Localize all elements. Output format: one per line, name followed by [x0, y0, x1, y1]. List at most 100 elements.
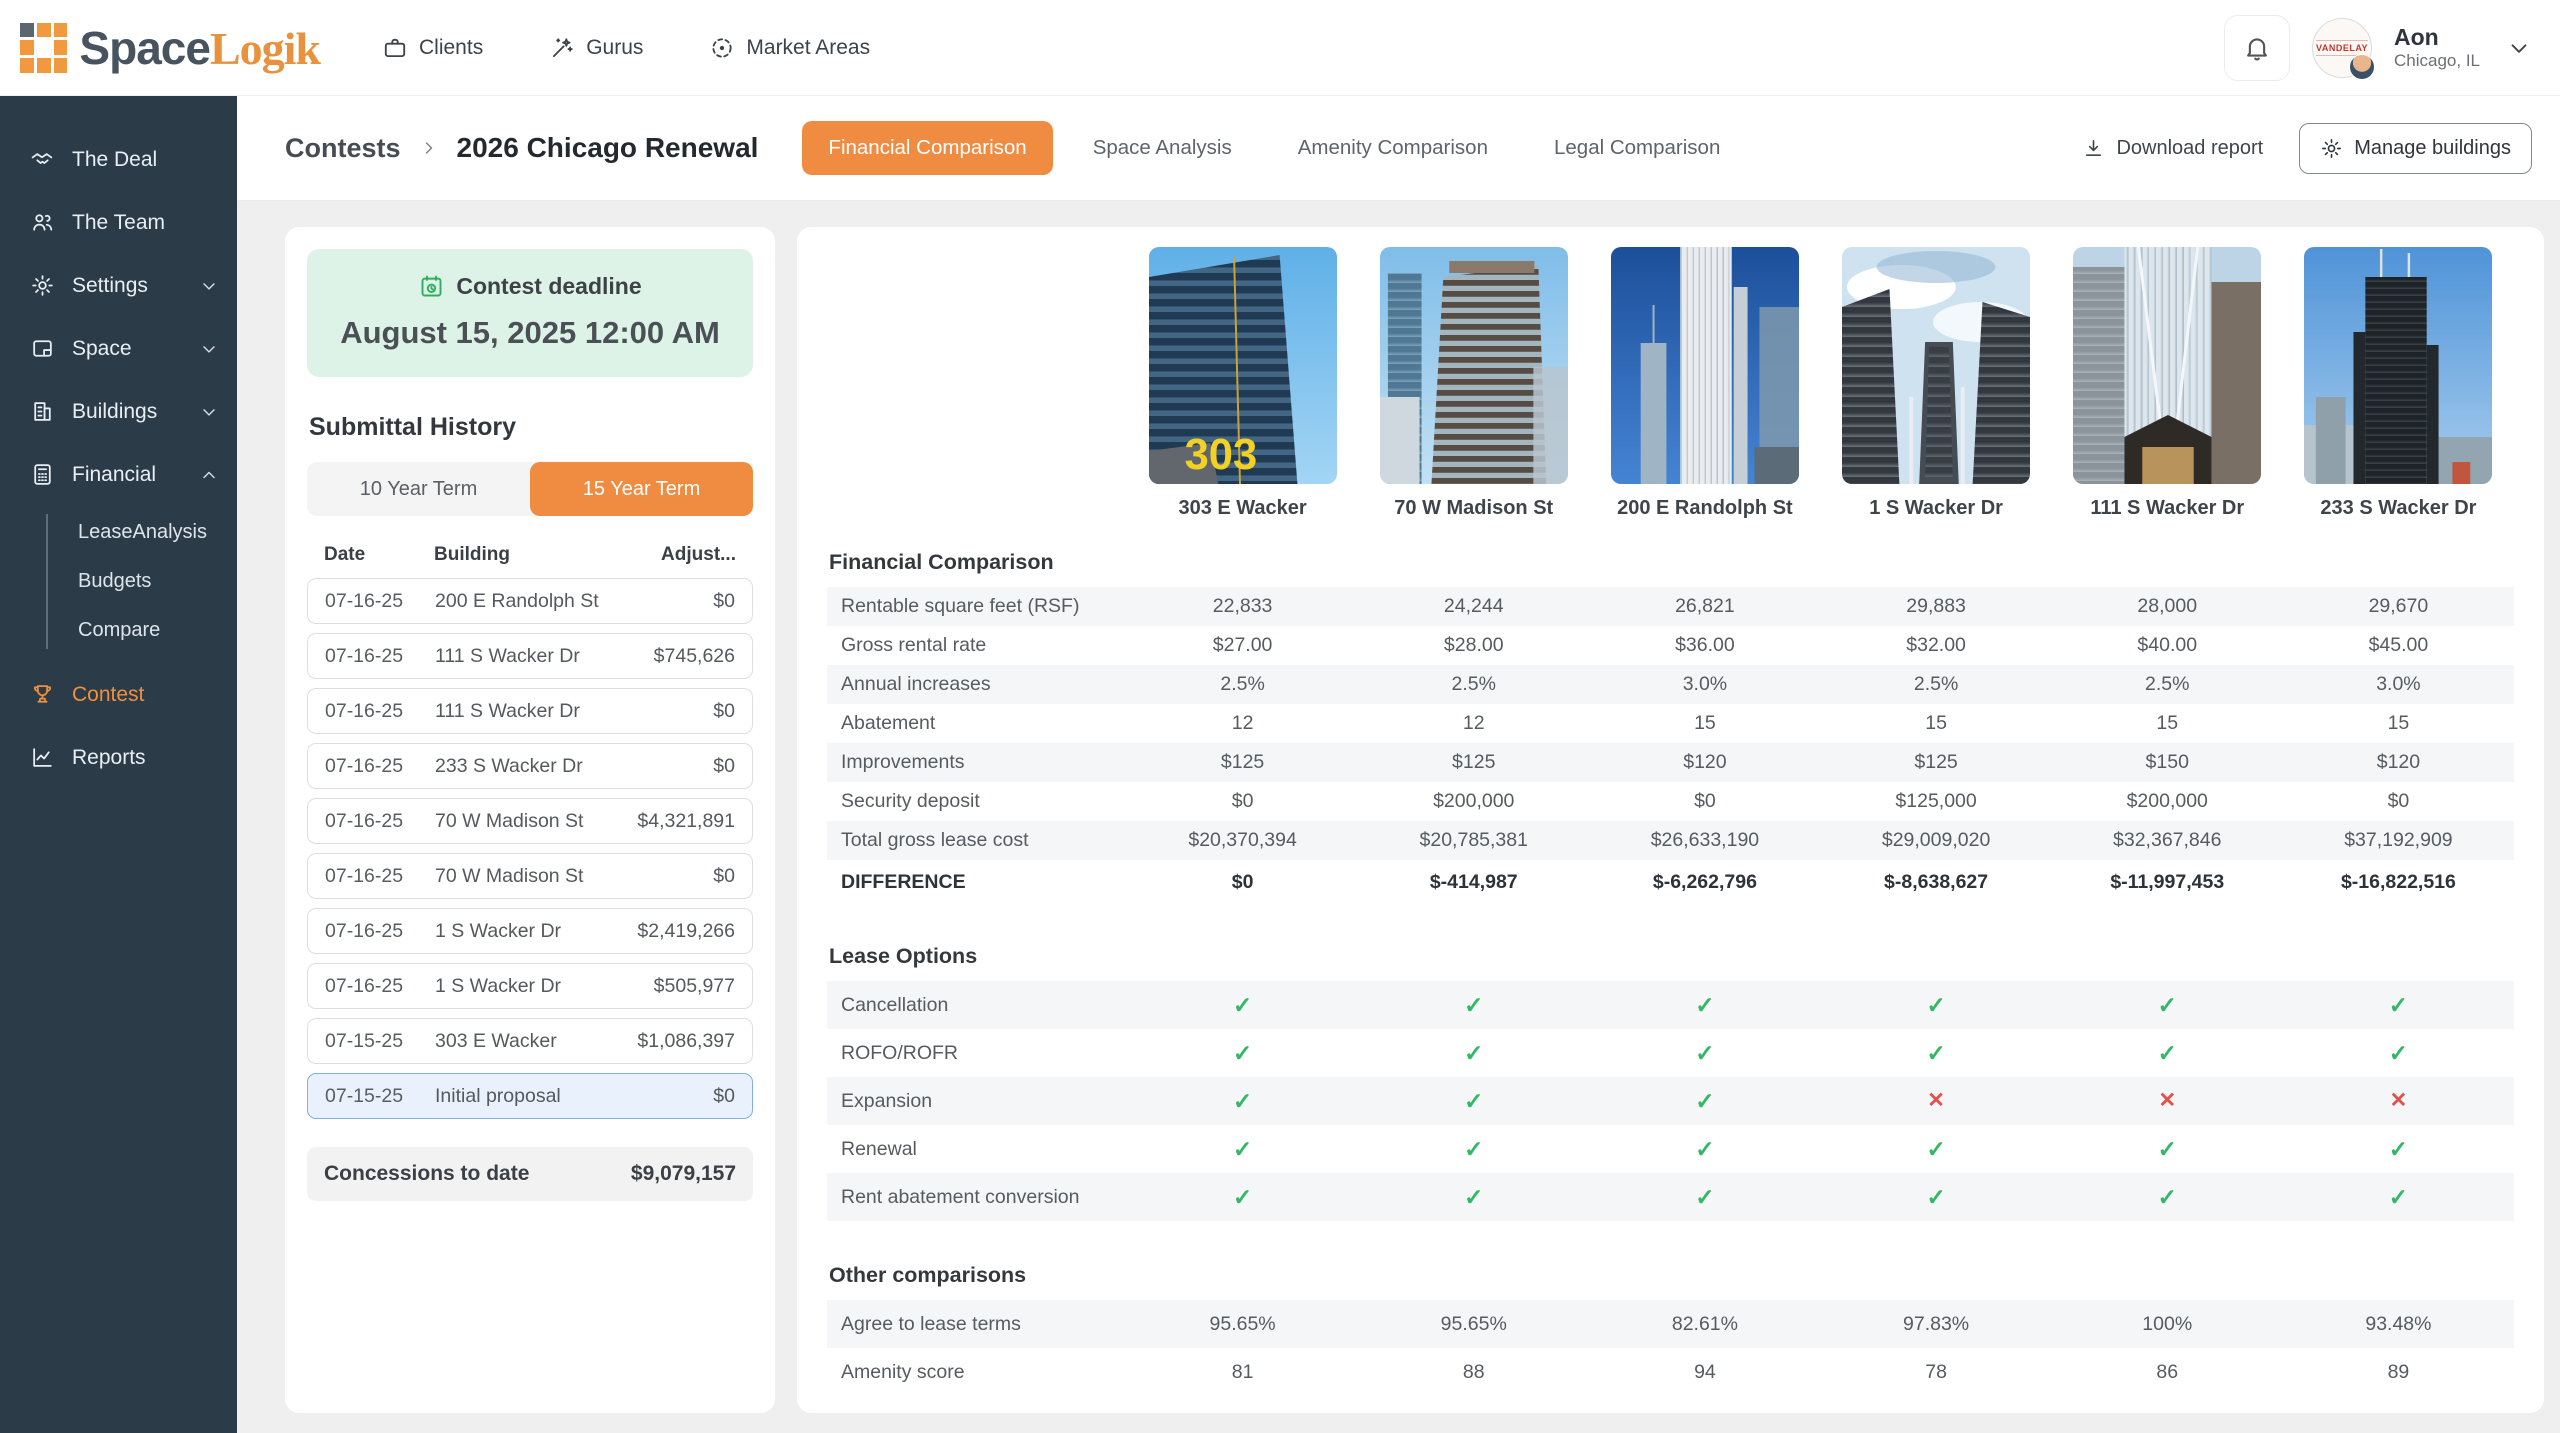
lease-option-mark: ✓ — [1821, 992, 2052, 1019]
sidebar-item-buildings[interactable]: Buildings — [0, 380, 237, 443]
comparison-value: 26,821 — [1589, 595, 1820, 618]
building-name: 70 W Madison St — [1394, 484, 1553, 522]
row-label: Renewal — [827, 1138, 1127, 1161]
download-report-button[interactable]: Download report — [2076, 136, 2269, 161]
people-icon — [30, 210, 55, 235]
top-right-controls: VANDELAY Aon Chicago, IL — [2224, 15, 2532, 81]
header-actions: Download report Manage buildings — [2076, 123, 2532, 174]
submittal-row[interactable]: 07-16-25 70 W Madison St $4,321,891 — [307, 798, 753, 844]
tab-amenity-comparison[interactable]: Amenity Comparison — [1272, 121, 1514, 175]
nav-gurus[interactable]: Gurus — [549, 35, 643, 61]
comparison-value: $0 — [1127, 790, 1358, 813]
sidebar-label: The Deal — [72, 148, 157, 172]
submittal-amount: $0 — [713, 1085, 735, 1108]
notifications-button[interactable] — [2224, 15, 2290, 81]
building-photos-row: 303 — [827, 233, 2514, 484]
submittal-row[interactable]: 07-16-25 200 E Randolph St $0 — [307, 578, 753, 624]
sidebar-sublabel: Budgets — [78, 570, 151, 593]
lease-option-mark: ✓ — [1358, 1136, 1589, 1163]
lease-option-row: Cancellation ✓✓✓✓✓✓ — [827, 981, 2514, 1029]
app-logo[interactable]: SpaceLogik — [20, 21, 320, 75]
submittal-building: 111 S Wacker Dr — [435, 645, 654, 668]
wand-icon — [549, 35, 575, 61]
lease-option-mark: ✓ — [2052, 1040, 2283, 1067]
comparison-value: $125 — [1127, 751, 1358, 774]
submittal-row[interactable]: 07-15-25 Initial proposal $0 — [307, 1073, 753, 1119]
sidebar-item-settings[interactable]: Settings — [0, 254, 237, 317]
comparison-value: $37,192,909 — [2283, 829, 2514, 852]
lease-options-title: Lease Options — [829, 944, 2514, 969]
sidebar-item-leaseanalysis[interactable]: LeaseAnalysis — [0, 508, 237, 557]
comparison-value: 97.83% — [1821, 1313, 2052, 1336]
user-menu[interactable]: Aon Chicago, IL — [2394, 24, 2480, 72]
space-icon — [30, 336, 55, 361]
term-10-year-button[interactable]: 10 Year Term — [307, 462, 530, 516]
nav-market-areas-label: Market Areas — [746, 36, 870, 60]
difference-value: $-6,262,796 — [1589, 871, 1820, 894]
row-label: Improvements — [827, 751, 1127, 774]
sidebar-item-the-team[interactable]: The Team — [0, 191, 237, 254]
submittal-row[interactable]: 07-16-25 1 S Wacker Dr $505,977 — [307, 963, 753, 1009]
sidebar-label: The Team — [72, 211, 165, 235]
nav-clients[interactable]: Clients — [382, 35, 483, 61]
comparison-value: 3.0% — [1589, 673, 1820, 696]
chart-line-icon — [30, 745, 55, 770]
top-bar: SpaceLogik Clients Gurus Market Areas — [0, 0, 2560, 96]
chevron-down-icon[interactable] — [2506, 35, 2532, 61]
top-nav: Clients Gurus Market Areas — [382, 35, 870, 61]
sidebar-item-the-deal[interactable]: The Deal — [0, 128, 237, 191]
sidebar-item-compare[interactable]: Compare — [0, 606, 237, 655]
other-comparisons-title: Other comparisons — [829, 1263, 2514, 1288]
comparison-value: 95.65% — [1127, 1313, 1358, 1336]
comparison-value: 78 — [1821, 1361, 2052, 1384]
breadcrumb-contests[interactable]: Contests — [285, 133, 401, 164]
submittal-amount: $0 — [713, 755, 735, 778]
building-photo-200-e-randolph — [1611, 247, 1799, 484]
submittal-row[interactable]: 07-16-25 111 S Wacker Dr $745,626 — [307, 633, 753, 679]
submittal-row[interactable]: 07-16-25 233 S Wacker Dr $0 — [307, 743, 753, 789]
submittal-building: 200 E Randolph St — [435, 590, 713, 613]
row-label: Rent abatement conversion — [827, 1186, 1127, 1209]
tab-space-analysis[interactable]: Space Analysis — [1067, 121, 1258, 175]
comparison-value: 82.61% — [1589, 1313, 1820, 1336]
avatar[interactable]: VANDELAY — [2312, 18, 2372, 78]
page-header: Contests 2026 Chicago Renewal Financial … — [237, 96, 2560, 201]
contest-deadline-card: Contest deadline August 15, 2025 12:00 A… — [307, 249, 753, 377]
chevron-down-icon — [199, 402, 219, 422]
concessions-summary: Concessions to date $9,079,157 — [307, 1147, 753, 1201]
comparison-value: $32,367,846 — [2052, 829, 2283, 852]
tab-legal-comparison[interactable]: Legal Comparison — [1528, 121, 1746, 175]
row-label: Rentable square feet (RSF) — [827, 595, 1127, 618]
submittal-row[interactable]: 07-15-25 303 E Wacker $1,086,397 — [307, 1018, 753, 1064]
other-comparison-rows: Agree to lease terms 95.65%95.65%82.61%9… — [827, 1300, 2514, 1396]
sidebar-item-contest[interactable]: Contest — [0, 663, 237, 726]
submittal-row[interactable]: 07-16-25 70 W Madison St $0 — [307, 853, 753, 899]
user-location: Chicago, IL — [2394, 51, 2480, 71]
comparison-value: 15 — [1589, 712, 1820, 735]
sidebar-item-financial[interactable]: Financial — [0, 443, 237, 506]
svg-text:303: 303 — [1184, 430, 1257, 479]
comparison-value: 24,244 — [1358, 595, 1589, 618]
gear-icon — [30, 273, 55, 298]
tab-financial-comparison[interactable]: Financial Comparison — [802, 121, 1052, 175]
submittal-building: Initial proposal — [435, 1085, 713, 1108]
submittal-row[interactable]: 07-16-25 1 S Wacker Dr $2,419,266 — [307, 908, 753, 954]
comparison-value: $120 — [2283, 751, 2514, 774]
sidebar-item-budgets[interactable]: Budgets — [0, 557, 237, 606]
term-15-year-button[interactable]: 15 Year Term — [530, 462, 753, 516]
lease-option-mark: ✓ — [1127, 1184, 1358, 1211]
comparison-tabs: Financial Comparison Space Analysis Amen… — [802, 121, 1746, 175]
sidebar-label: Financial — [72, 463, 156, 487]
submittal-building: 303 E Wacker — [435, 1030, 637, 1053]
nav-market-areas[interactable]: Market Areas — [709, 35, 870, 61]
submittal-building: 233 S Wacker Dr — [435, 755, 713, 778]
submittal-row[interactable]: 07-16-25 111 S Wacker Dr $0 — [307, 688, 753, 734]
manage-buildings-button[interactable]: Manage buildings — [2299, 123, 2532, 174]
sidebar-item-reports[interactable]: Reports — [0, 726, 237, 789]
building-name: 111 S Wacker Dr — [2090, 484, 2244, 522]
submittal-date: 07-16-25 — [325, 700, 435, 723]
comparison-row: Gross rental rate $27.00$28.00$36.00$32.… — [827, 626, 2514, 665]
comparison-value: $26,633,190 — [1589, 829, 1820, 852]
row-label: ROFO/ROFR — [827, 1042, 1127, 1065]
sidebar-item-space[interactable]: Space — [0, 317, 237, 380]
